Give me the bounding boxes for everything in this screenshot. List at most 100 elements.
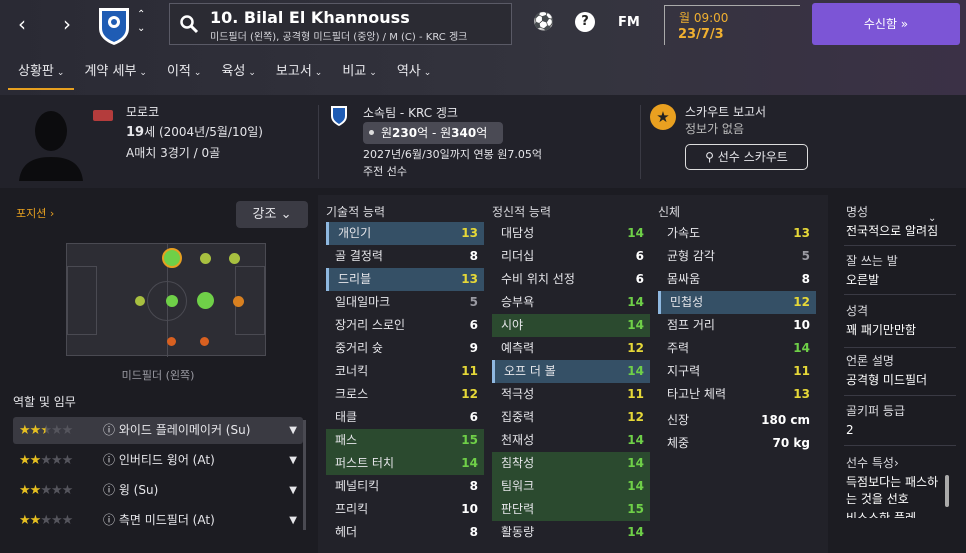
scrollbar[interactable] bbox=[945, 475, 949, 507]
attribute-row[interactable]: 균형 감각 5 bbox=[658, 245, 816, 268]
attribute-row[interactable]: 중거리 슛9 bbox=[326, 337, 484, 360]
position-dot-amc bbox=[197, 292, 214, 309]
attribute-row[interactable]: 태클 6 bbox=[326, 406, 484, 429]
attribute-row[interactable]: 예측력 12 bbox=[492, 337, 650, 360]
chevron-down-icon[interactable]: ▼ bbox=[289, 507, 297, 534]
role-name: ⓘ 윙 (Su) bbox=[103, 483, 159, 497]
flag-icon bbox=[93, 110, 113, 121]
attribute-row[interactable]: 일대일마크 5 bbox=[326, 291, 484, 314]
search-icon: ⚲ bbox=[705, 150, 718, 164]
club-crest-icon[interactable] bbox=[97, 6, 131, 46]
help-icon[interactable]: ? bbox=[575, 12, 595, 32]
attribute-row[interactable]: 수비 위치 선정 6 bbox=[492, 268, 650, 291]
attribute-row[interactable]: 코너킥 11 bbox=[326, 360, 484, 383]
attribute-row[interactable]: 민첩성 12 bbox=[658, 291, 816, 314]
media-description-block: 언론 설명 공격형 미드필더 bbox=[846, 354, 928, 387]
chevron-down-icon: ⌄ bbox=[369, 68, 377, 78]
attribute-row[interactable]: 타고난 체력 13 bbox=[658, 383, 816, 406]
attribute-row[interactable]: 점프 거리 10 bbox=[658, 314, 816, 337]
attribute-row[interactable]: 장거리 스로인 6 bbox=[326, 314, 484, 337]
selected-position: 미드필더 (왼쪽) bbox=[121, 369, 195, 382]
attribute-row[interactable]: 페널티킥 8 bbox=[326, 475, 484, 498]
attribute-row[interactable]: 프리킥 10 bbox=[326, 498, 484, 521]
position-dot bbox=[233, 296, 244, 307]
forward-arrow-icon[interactable]: › bbox=[55, 12, 79, 36]
international-caps: A매치 3경기 / 0골 bbox=[126, 146, 221, 160]
position-dot bbox=[166, 295, 178, 307]
contract-info: 2027년/6월/30일까지 연봉 원7.05억 bbox=[363, 148, 542, 161]
chevron-down-icon: ⌄ bbox=[248, 68, 256, 78]
attribute-row[interactable]: 오프 더 볼 14 bbox=[492, 360, 650, 383]
role-rating-stars: ★★★★★ bbox=[19, 423, 73, 438]
ball-icon[interactable]: ⚽ bbox=[533, 12, 554, 32]
attribute-row[interactable]: 크로스 12 bbox=[326, 383, 484, 406]
inbox-button[interactable]: 수신함 » bbox=[812, 3, 960, 45]
role-name: ⓘ 와이드 플레이메이커 (Su) bbox=[103, 423, 251, 437]
attribute-row[interactable]: 패스 15 bbox=[326, 429, 484, 452]
mental-header: 정신적 능력 bbox=[492, 205, 552, 219]
attribute-row[interactable]: 퍼스트 터치 14 bbox=[326, 452, 484, 475]
preferred-foot-block: 잘 쓰는 발 오른발 bbox=[846, 254, 898, 287]
menu-tab[interactable]: 이적 ⌄ bbox=[157, 60, 211, 90]
club-name[interactable]: 소속팀 - KRC 겡크 bbox=[363, 104, 458, 121]
position-dot-ml bbox=[162, 248, 182, 268]
attribute-row[interactable]: 집중력 12 bbox=[492, 406, 650, 429]
attribute-row[interactable]: 헤더 8 bbox=[326, 521, 484, 544]
menu-tab[interactable]: 상황판 ⌄ bbox=[8, 60, 75, 90]
fm-logo-icon[interactable]: FM bbox=[618, 15, 640, 30]
menu-tab[interactable]: 계약 세부 ⌄ bbox=[74, 60, 157, 90]
attribute-row[interactable]: 판단력 15 bbox=[492, 498, 650, 521]
attribute-row[interactable]: 적극성 11 bbox=[492, 383, 650, 406]
attribute-row[interactable]: 개인기 13 bbox=[326, 222, 484, 245]
attribute-row[interactable]: 승부욕 14 bbox=[492, 291, 650, 314]
game-day: 23/7/3 bbox=[678, 27, 724, 42]
height-row: 신장 180 cm bbox=[667, 413, 810, 427]
search-icon bbox=[180, 15, 199, 34]
attribute-row[interactable]: 골 결정력 8 bbox=[326, 245, 484, 268]
role-row[interactable]: ★★★★★ ⓘ 윙 (Su) ▼ bbox=[13, 477, 303, 504]
attribute-row[interactable]: 천재성 14 bbox=[492, 429, 650, 452]
attribute-row[interactable]: 시야 14 bbox=[492, 314, 650, 337]
chevron-down-icon[interactable]: ▼ bbox=[289, 447, 297, 474]
player-switch-icon[interactable]: ⌃ ⌄ bbox=[137, 8, 145, 36]
chevron-down-icon[interactable]: ⌄ bbox=[928, 213, 936, 224]
attribute-row[interactable]: 팀워크 14 bbox=[492, 475, 650, 498]
role-row[interactable]: ★★★★★ ⓘ 와이드 플레이메이커 (Su) ▼ bbox=[13, 417, 303, 444]
attribute-row[interactable]: 침착성 14 bbox=[492, 452, 650, 475]
attribute-row[interactable]: 가속도 13 bbox=[658, 222, 816, 245]
role-rating-stars: ★★★★★ bbox=[19, 513, 73, 528]
back-arrow-icon[interactable]: ‹ bbox=[10, 12, 34, 36]
attribute-row[interactable]: 드리블 13 bbox=[326, 268, 484, 291]
attribute-row[interactable]: 대담성 14 bbox=[492, 222, 650, 245]
chevron-down-icon: ⌄ bbox=[423, 68, 432, 78]
scout-player-button[interactable]: ⚲ 선수 스카우트 bbox=[685, 144, 808, 170]
reputation-block: 명성 전국적으로 알려짐 bbox=[846, 205, 939, 238]
star-icon: ★ bbox=[650, 104, 676, 130]
role-rating-stars: ★★★★★ bbox=[19, 483, 73, 498]
goalkeeper-rating-block: 골키퍼 등급 2 bbox=[846, 404, 906, 437]
attribute-row[interactable]: 몸싸움 8 bbox=[658, 268, 816, 291]
personality-block: 성격 꽤 패기만만함 bbox=[846, 304, 917, 337]
attribute-row[interactable]: 지구력 11 bbox=[658, 360, 816, 383]
menu-tab[interactable]: 육성 ⌄ bbox=[211, 60, 265, 90]
player-traits-block[interactable]: 선수 특성› 득점보다는 패스하는 것을 선호 비스스한 플레 bbox=[846, 454, 946, 518]
attribute-row[interactable]: 리더십 6 bbox=[492, 245, 650, 268]
role-name: ⓘ 인버티드 윙어 (At) bbox=[103, 453, 215, 467]
player-positions: 미드필더 (왼쪽), 공격형 미드필더 (중앙) / M (C) - KRC 겡… bbox=[210, 32, 468, 43]
position-title[interactable]: 포지션 › bbox=[16, 205, 54, 221]
player-info-strip: 모로코 19세 (2004년/5월/10일) A매치 3경기 / 0골 소속팀 … bbox=[0, 95, 966, 188]
attributes-panel: 기술적 능력 개인기 13 골 결정력 8 드리블 13 일대일마크 5 장거리 스로인 6 중거리 … bbox=[318, 195, 828, 553]
menu-tab[interactable]: 보고서 ⌄ bbox=[266, 60, 332, 90]
menu-tab[interactable]: 비교 ⌄ bbox=[332, 60, 386, 90]
chevron-down-icon[interactable]: ▼ bbox=[289, 477, 297, 504]
scrollbar[interactable] bbox=[303, 420, 306, 530]
attribute-row[interactable]: 주력 14 bbox=[658, 337, 816, 360]
chevron-down-icon: ⌄ bbox=[56, 68, 65, 78]
chevron-down-icon[interactable]: ▼ bbox=[289, 417, 297, 444]
emphasis-dropdown[interactable]: 강조 ⌄ bbox=[236, 201, 308, 228]
role-row[interactable]: ★★★★★ ⓘ 측면 미드필더 (At) ▼ bbox=[13, 507, 303, 534]
menu-tab[interactable]: 역사 ⌄ bbox=[387, 60, 441, 90]
attribute-row[interactable]: 활동량 14 bbox=[492, 521, 650, 544]
player-search-box[interactable]: 10. Bilal El Khannouss 미드필더 (왼쪽), 공격형 미드… bbox=[169, 3, 512, 45]
role-row[interactable]: ★★★★★ ⓘ 인버티드 윙어 (At) ▼ bbox=[13, 447, 303, 474]
